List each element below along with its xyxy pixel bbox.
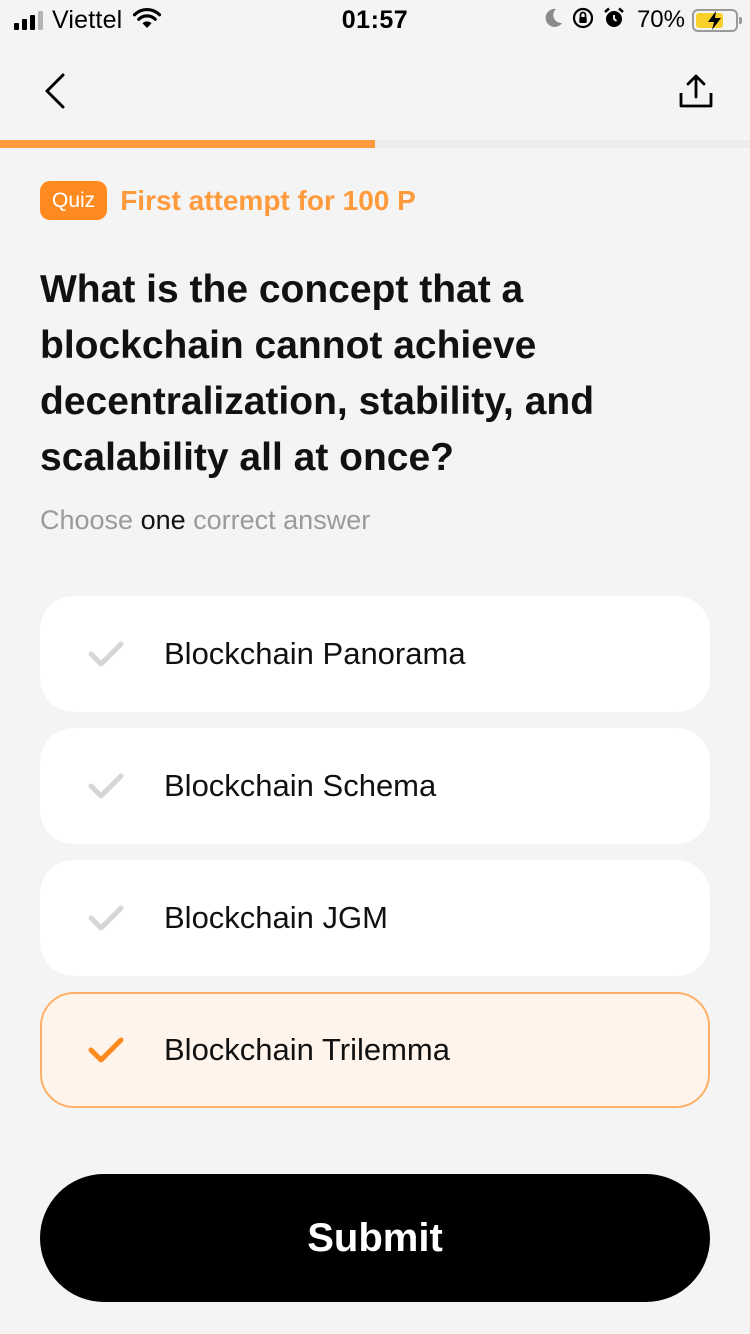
- battery-charging-icon: [692, 8, 742, 32]
- answer-option[interactable]: Blockchain Schema: [40, 728, 710, 844]
- back-button[interactable]: [30, 64, 80, 118]
- share-icon: [679, 74, 713, 108]
- answer-option[interactable]: Blockchain Panorama: [40, 596, 710, 712]
- status-right: 70%: [542, 6, 742, 35]
- answer-options: Blockchain Panorama Blockchain Schema Bl…: [40, 596, 710, 1124]
- nav-bar: [0, 40, 750, 140]
- battery-percent: 70%: [636, 6, 685, 33]
- instruction-emphasis: one: [140, 505, 186, 535]
- rotation-lock-icon: [571, 6, 595, 35]
- quiz-header: Quiz First attempt for 100 P: [40, 181, 416, 220]
- quiz-badge: Quiz: [40, 181, 108, 220]
- answer-option-label: Blockchain JGM: [164, 900, 388, 935]
- answer-option[interactable]: Blockchain Trilemma: [40, 992, 710, 1108]
- share-button[interactable]: [672, 66, 720, 116]
- chevron-left-icon: [45, 73, 65, 109]
- check-icon: [88, 772, 128, 800]
- submit-button[interactable]: Submit: [40, 1174, 710, 1302]
- answer-option-label: Blockchain Schema: [164, 768, 437, 803]
- quiz-progress-bar: [0, 140, 750, 148]
- attempt-reward-text: First attempt for 100 P: [120, 184, 416, 216]
- answer-option[interactable]: Blockchain JGM: [40, 860, 710, 976]
- alarm-icon: [602, 6, 626, 35]
- question-text: What is the concept that a blockchain ca…: [40, 268, 595, 479]
- quiz-progress-fill: [0, 140, 375, 148]
- answer-option-label: Blockchain Panorama: [164, 636, 466, 671]
- answer-option-label: Blockchain Trilemma: [164, 1032, 450, 1067]
- status-bar: Viettel 01:57 70%: [0, 0, 750, 40]
- check-icon: [88, 640, 128, 668]
- check-icon: [88, 904, 128, 932]
- moon-icon: [542, 7, 564, 34]
- check-icon: [88, 1036, 128, 1064]
- instruction-prefix: Choose: [40, 505, 141, 535]
- instruction-suffix: correct answer: [185, 505, 371, 535]
- instruction-text: Choose one correct answer: [40, 505, 370, 536]
